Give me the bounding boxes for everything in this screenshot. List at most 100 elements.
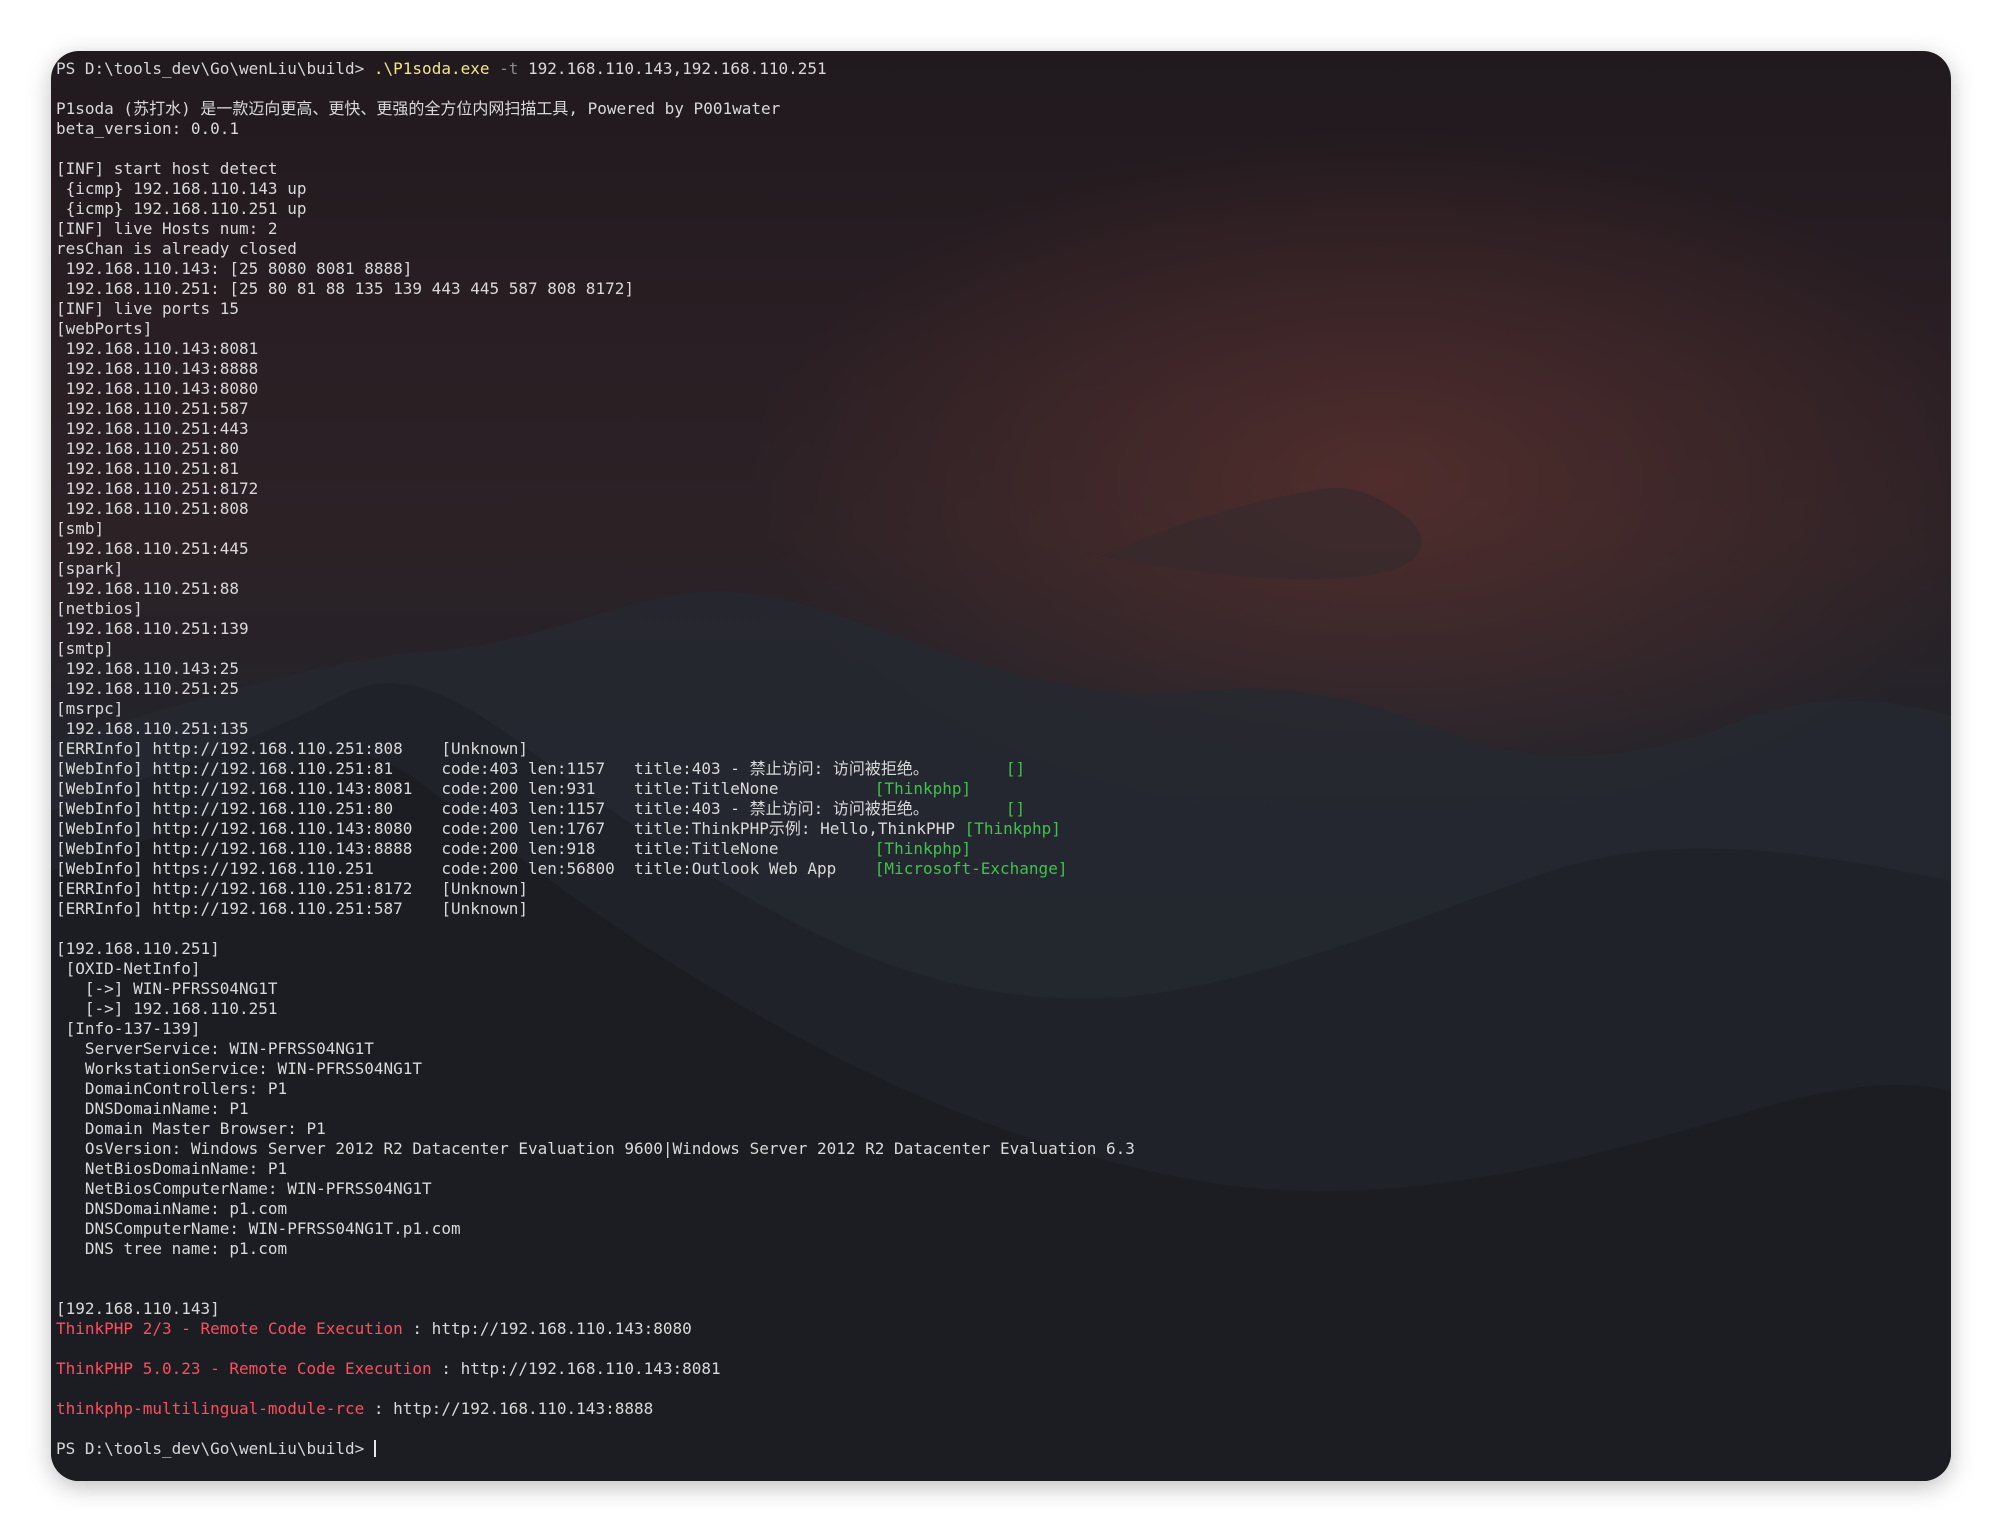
final-prompt-line[interactable]: PS D:\tools_dev\Go\wenLiu\build> <box>56 1439 1941 1459</box>
host-info-line: DNS tree name: p1.com <box>56 1239 288 1258</box>
web-info-block: [ERRInfo] http://192.168.110.251:808 [Un… <box>56 739 1941 919</box>
host-info-line: ServerService: WIN-PFRSS04NG1T <box>56 1039 374 1058</box>
host-info-line: DNSComputerName: WIN-PFRSS04NG1T.p1.com <box>56 1219 461 1238</box>
vulnerability-line: ThinkPHP 2/3 - Remote Code Execution : h… <box>56 1319 1941 1339</box>
web-info-text: [WebInfo] http://192.168.110.143:8080 co… <box>56 819 965 838</box>
output-line: 192.168.110.251:587 <box>56 399 249 418</box>
web-info-line: [ERRInfo] http://192.168.110.251:808 [Un… <box>56 739 1941 759</box>
host-251-block: [192.168.110.251] [OXID-NetInfo] [->] WI… <box>56 939 1941 1259</box>
vulnerability-target: : http://192.168.110.143:8081 <box>431 1359 721 1378</box>
vulnerability-name: ThinkPHP 2/3 - Remote Code Execution <box>56 1319 403 1338</box>
host-info-line: NetBiosDomainName: P1 <box>56 1159 288 1178</box>
output-line: 192.168.110.251:8172 <box>56 479 259 498</box>
web-info-line: [WebInfo] https://192.168.110.251 code:2… <box>56 859 1941 879</box>
output-line: 192.168.110.251:80 <box>56 439 240 458</box>
output-line: [INF] live Hosts num: 2 <box>56 219 278 238</box>
host-info-line: [->] 192.168.110.251 <box>56 999 278 1018</box>
output-line: resChan is already closed <box>56 239 297 258</box>
output-line: 192.168.110.143:8081 <box>56 339 259 358</box>
host-info-line: DNSDomainName: p1.com <box>56 1199 288 1218</box>
output-line: [webPorts] <box>56 319 153 338</box>
terminal-output[interactable]: PS D:\tools_dev\Go\wenLiu\build> .\P1sod… <box>56 59 1941 1471</box>
output-line: 192.168.110.251:445 <box>56 539 249 558</box>
vulnerability-name: thinkphp-multilingual-module-rce <box>56 1399 365 1418</box>
vulnerability-line: thinkphp-multilingual-module-rce : http:… <box>56 1399 1941 1419</box>
web-info-text: [ERRInfo] http://192.168.110.251:587 [Un… <box>56 899 529 918</box>
web-info-text: [ERRInfo] http://192.168.110.251:8172 [U… <box>56 879 529 898</box>
fingerprint-tag: [Microsoft-Exchange] <box>874 859 1068 878</box>
terminal-window: PS D:\tools_dev\Go\wenLiu\build> .\P1sod… <box>51 51 1951 1481</box>
web-info-line: [ERRInfo] http://192.168.110.251:8172 [U… <box>56 879 1941 899</box>
host-info-line: WorkstationService: WIN-PFRSS04NG1T <box>56 1059 423 1078</box>
output-line: 192.168.110.251: [25 80 81 88 135 139 44… <box>56 279 634 298</box>
host-info-line: [OXID-NetInfo] <box>56 959 201 978</box>
banner-block: P1soda (苏打水) 是一款迈向更高、更快、更强的全方位内网扫描工具, Po… <box>56 99 1941 139</box>
vulnerability-name: ThinkPHP 5.0.23 - Remote Code Execution <box>56 1359 432 1378</box>
output-line: 192.168.110.251:808 <box>56 499 249 518</box>
web-info-line: [WebInfo] http://192.168.110.251:81 code… <box>56 759 1941 779</box>
vulnerability-target: : http://192.168.110.143:8080 <box>402 1319 692 1338</box>
fingerprint-tag: [] <box>1005 799 1026 818</box>
fingerprint-tag: [Thinkphp] <box>874 779 972 798</box>
output-line: {icmp} 192.168.110.251 up <box>56 199 307 218</box>
prompt: PS D:\tools_dev\Go\wenLiu\build> <box>56 59 365 78</box>
output-line: [spark] <box>56 559 124 578</box>
web-info-text: [WebInfo] http://192.168.110.143:8081 co… <box>56 779 875 798</box>
host-info-line: [Info-137-139] <box>56 1019 201 1038</box>
web-info-text: [ERRInfo] http://192.168.110.251:808 [Un… <box>56 739 529 758</box>
output-line: {icmp} 192.168.110.143 up <box>56 179 307 198</box>
vulnerability-target: : http://192.168.110.143:8888 <box>364 1399 654 1418</box>
web-info-text: [WebInfo] https://192.168.110.251 code:2… <box>56 859 875 878</box>
output-line: [msrpc] <box>56 699 124 718</box>
fingerprint-tag: [Thinkphp] <box>964 819 1061 838</box>
output-line: 192.168.110.251:135 <box>56 719 249 738</box>
host-info-line: OsVersion: Windows Server 2012 R2 Datace… <box>56 1139 1135 1158</box>
web-info-line: [WebInfo] http://192.168.110.143:8888 co… <box>56 839 1941 859</box>
output-line: [INF] live ports 15 <box>56 299 240 318</box>
output-line: 192.168.110.143:8080 <box>56 379 259 398</box>
command-args: 192.168.110.143,192.168.110.251 <box>528 59 827 78</box>
output-line: [smtp] <box>56 639 114 658</box>
output-line: [INF] start host detect <box>56 159 278 178</box>
host-info-line: NetBiosComputerName: WIN-PFRSS04NG1T <box>56 1179 432 1198</box>
output-line: 192.168.110.251:81 <box>56 459 240 478</box>
host-143-header: [192.168.110.143] <box>56 1299 220 1318</box>
web-info-text: [WebInfo] http://192.168.110.251:80 code… <box>56 799 1006 818</box>
output-line: [smb] <box>56 519 105 538</box>
host-info-line: Domain Master Browser: P1 <box>56 1119 326 1138</box>
output-line: 192.168.110.251:88 <box>56 579 240 598</box>
output-line: 192.168.110.143:25 <box>56 659 240 678</box>
web-info-line: [WebInfo] http://192.168.110.143:8081 co… <box>56 779 1941 799</box>
output-line: 192.168.110.251:139 <box>56 619 249 638</box>
web-info-line: [WebInfo] http://192.168.110.251:80 code… <box>56 799 1941 819</box>
web-info-line: [WebInfo] http://192.168.110.143:8080 co… <box>56 819 1941 839</box>
host-detect-block: [INF] start host detect {icmp} 192.168.1… <box>56 159 1941 739</box>
vulnerability-line: ThinkPHP 5.0.23 - Remote Code Execution … <box>56 1359 1941 1379</box>
output-line: 192.168.110.143:8888 <box>56 359 259 378</box>
host-info-line: [->] WIN-PFRSS04NG1T <box>56 979 278 998</box>
host-info-line: DomainControllers: P1 <box>56 1079 288 1098</box>
web-info-text: [WebInfo] http://192.168.110.143:8888 co… <box>56 839 875 858</box>
banner-line: P1soda (苏打水) 是一款迈向更高、更快、更强的全方位内网扫描工具, Po… <box>56 99 781 118</box>
output-line: 192.168.110.143: [25 8080 8081 8888] <box>56 259 413 278</box>
command-exe: .\P1soda.exe <box>373 59 490 78</box>
banner-line: beta_version: 0.0.1 <box>56 119 240 138</box>
text-cursor <box>373 1440 376 1457</box>
web-info-text: [WebInfo] http://192.168.110.251:81 code… <box>56 759 1006 778</box>
command-line: PS D:\tools_dev\Go\wenLiu\build> .\P1sod… <box>56 59 1941 79</box>
fingerprint-tag: [Thinkphp] <box>874 839 972 858</box>
fingerprint-tag: [] <box>1005 759 1026 778</box>
prompt: PS D:\tools_dev\Go\wenLiu\build> <box>56 1439 365 1458</box>
output-line: 192.168.110.251:443 <box>56 419 249 438</box>
host-info-line: DNSDomainName: P1 <box>56 1099 249 1118</box>
output-line: 192.168.110.251:25 <box>56 679 240 698</box>
host-info-line: [192.168.110.251] <box>56 939 220 958</box>
